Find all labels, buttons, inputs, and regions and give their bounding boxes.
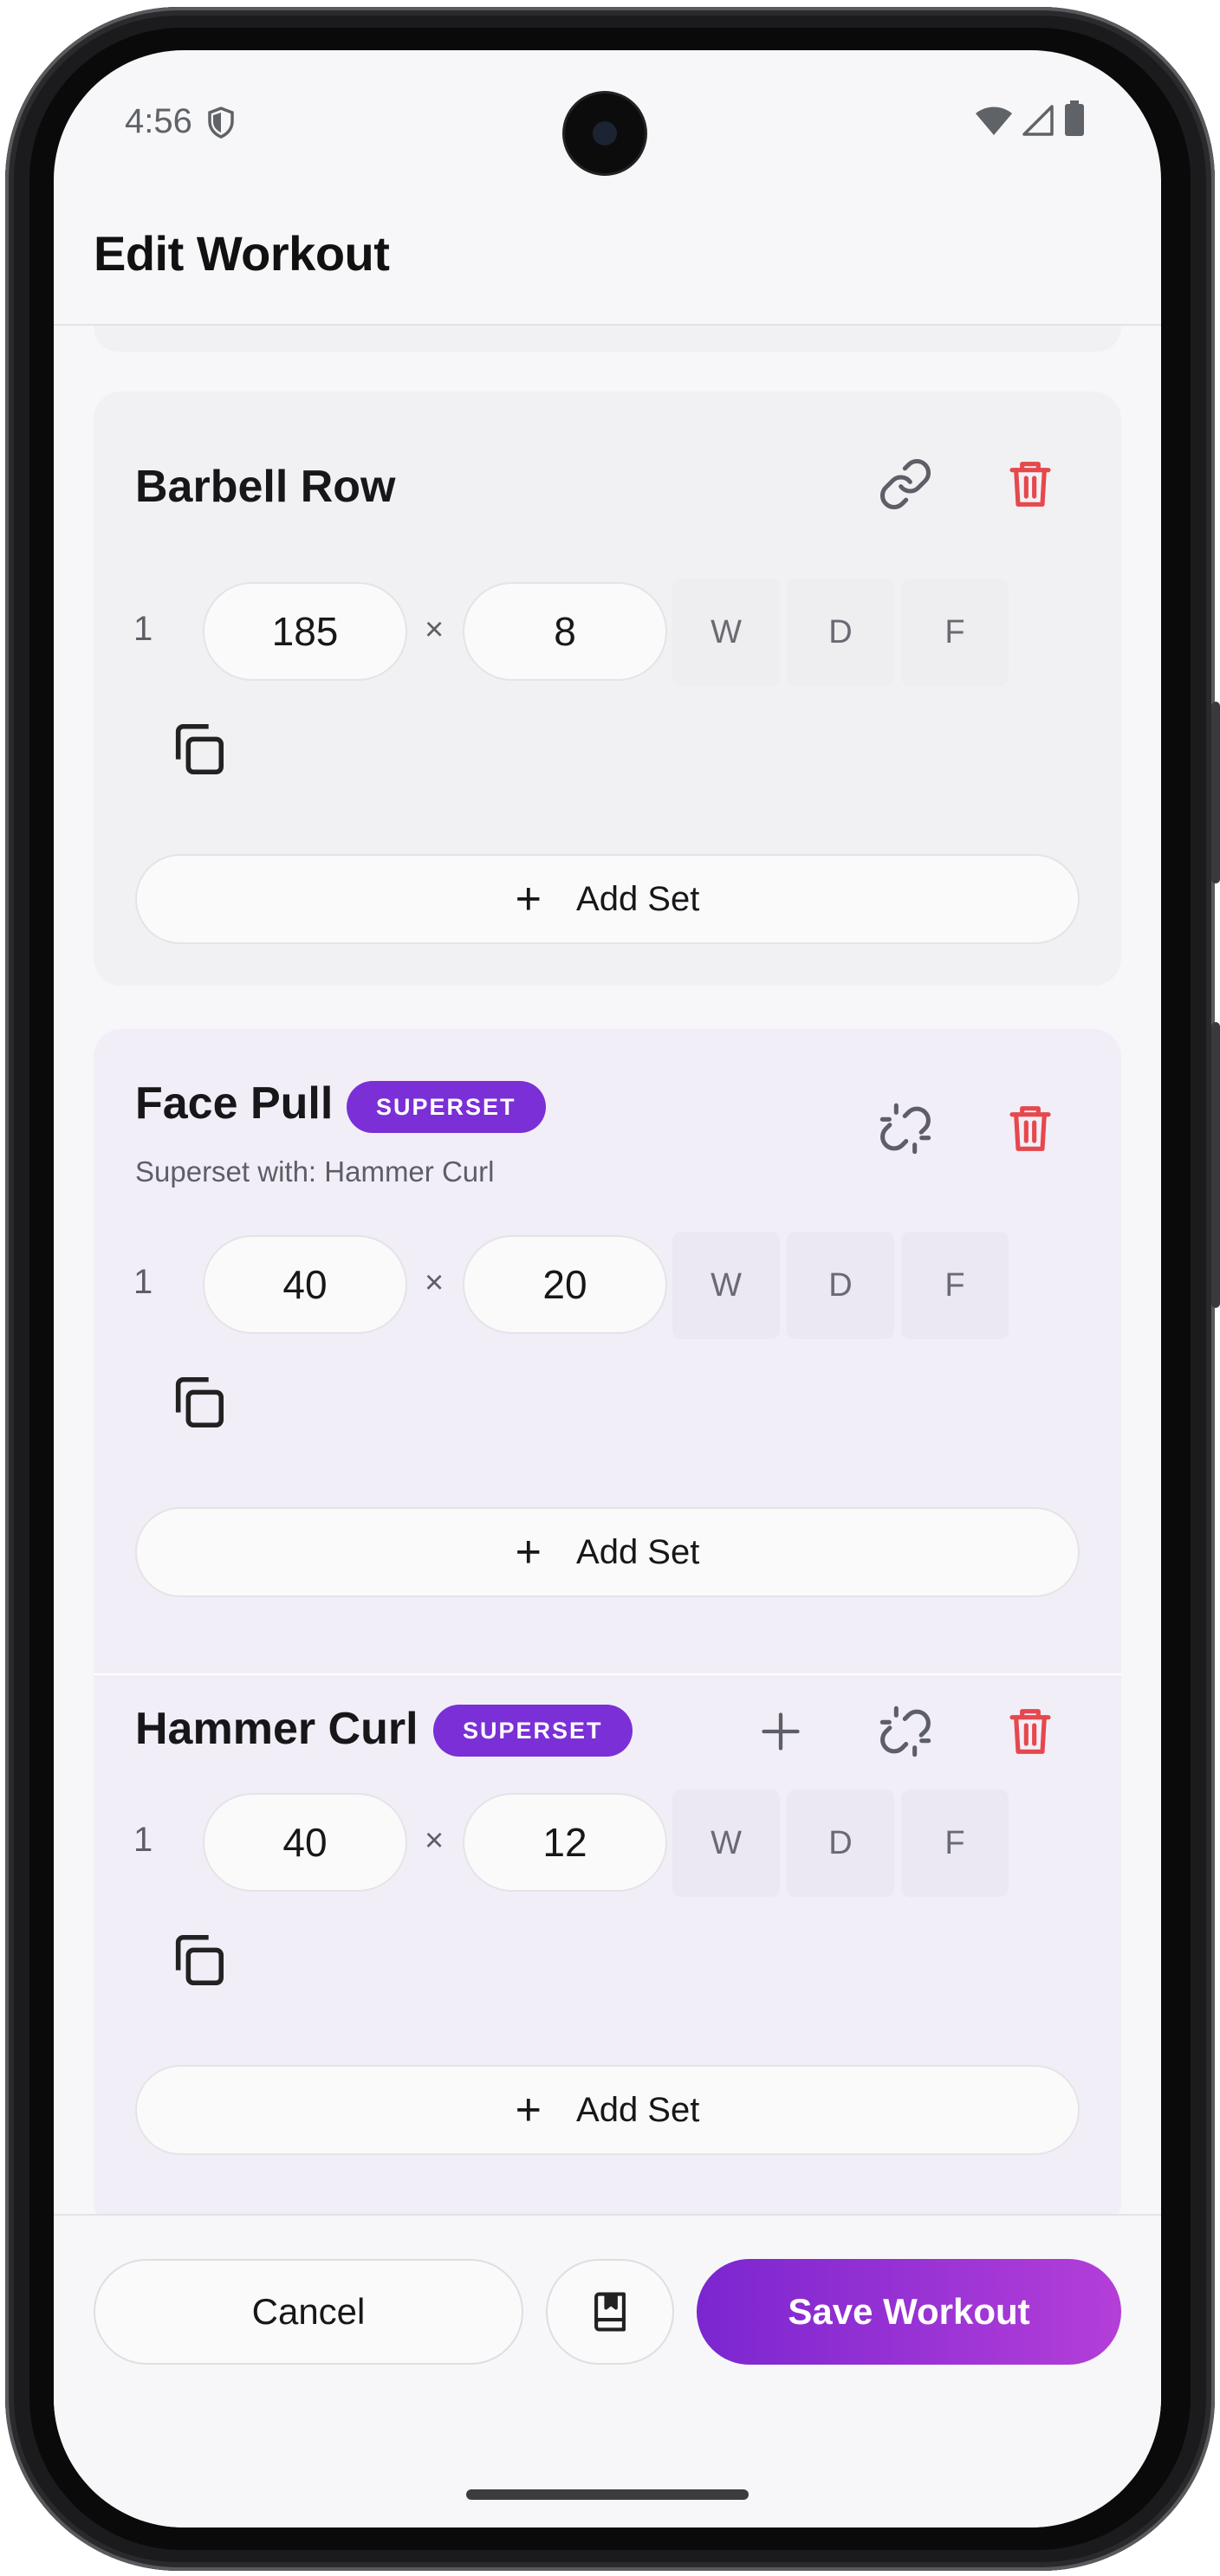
phone-frame: 4:56 Edit Workout Barbell Row 1 185 × 8 … — [0, 0, 1220, 2576]
delete-exercise-button[interactable] — [991, 445, 1069, 523]
trash-icon — [1009, 1106, 1051, 1151]
save-as-template-button[interactable] — [546, 2259, 674, 2365]
times-sign: × — [425, 1265, 445, 1301]
set-row: 1 40 × 12 W D F — [94, 1790, 1121, 1897]
delete-exercise-button[interactable] — [991, 1090, 1069, 1168]
plus-icon: + — [515, 2085, 542, 2135]
plus-icon: + — [515, 1527, 542, 1577]
shield-icon — [208, 107, 234, 139]
superset-badge: SUPERSET — [347, 1081, 546, 1133]
save-workout-button[interactable]: Save Workout — [697, 2259, 1121, 2365]
duplicate-set-button[interactable] — [168, 719, 229, 780]
add-set-label: Add Set — [576, 1532, 700, 1571]
exercise-card-hammer-curl: Hammer Curl SUPERSET 1 40 × 12 W D F + A… — [94, 1673, 1121, 2230]
wifi-icon — [976, 107, 1012, 135]
add-set-label: Add Set — [576, 879, 700, 918]
weight-input[interactable]: 40 — [203, 1793, 407, 1892]
side-button-top — [1211, 702, 1220, 883]
previous-exercise-card — [94, 326, 1121, 352]
set-row: 1 185 × 8 W D F — [94, 579, 1121, 686]
warmup-toggle[interactable]: W — [672, 1232, 780, 1339]
failure-toggle[interactable]: F — [901, 1232, 1009, 1339]
plus-icon — [762, 1712, 800, 1751]
home-indicator[interactable] — [466, 2489, 749, 2500]
cell-signal-icon — [1022, 105, 1054, 136]
add-set-button[interactable]: + Add Set — [135, 2065, 1080, 2155]
bookmark-book-icon — [594, 2292, 626, 2332]
copy-icon — [175, 1376, 224, 1428]
reps-input[interactable]: 20 — [463, 1235, 667, 1334]
exercise-name: Face Pull — [135, 1078, 334, 1129]
unlink-icon — [879, 1103, 931, 1155]
exercise-card-face-pull: Face Pull SUPERSET Superset with: Hammer… — [94, 1029, 1121, 1673]
duplicate-set-button[interactable] — [168, 1372, 229, 1433]
set-row: 1 40 × 20 W D F — [94, 1232, 1121, 1339]
add-set-button[interactable]: + Add Set — [135, 854, 1080, 944]
duplicate-set-button[interactable] — [168, 1930, 229, 1990]
bottom-action-bar: Cancel Save Workout — [54, 2214, 1161, 2527]
page-title: Edit Workout — [94, 226, 390, 281]
times-sign: × — [425, 1822, 445, 1859]
delete-exercise-button[interactable] — [991, 1693, 1069, 1770]
exercise-name: Barbell Row — [135, 462, 396, 512]
link-superset-button[interactable] — [866, 445, 944, 523]
copy-icon — [175, 723, 224, 775]
exercise-card-barbell-row: Barbell Row 1 185 × 8 W D F + Add Set — [94, 392, 1121, 986]
reps-input[interactable]: 8 — [463, 582, 667, 681]
unlink-icon — [879, 1705, 931, 1757]
weight-input[interactable]: 185 — [203, 582, 407, 681]
warmup-toggle[interactable]: W — [672, 1790, 780, 1897]
exercise-name: Hammer Curl — [135, 1704, 419, 1754]
reps-input[interactable]: 12 — [463, 1793, 667, 1892]
plus-icon: + — [515, 874, 542, 924]
side-button-bottom — [1211, 1022, 1220, 1308]
drop-set-toggle[interactable]: D — [787, 1790, 894, 1897]
set-number: 1 — [133, 610, 153, 648]
times-sign: × — [425, 612, 445, 648]
failure-toggle[interactable]: F — [901, 579, 1009, 686]
drop-set-toggle[interactable]: D — [787, 1232, 894, 1339]
add-exercise-to-superset-button[interactable] — [742, 1693, 820, 1770]
trash-icon — [1009, 462, 1051, 507]
superset-with-label: Superset with: Hammer Curl — [135, 1155, 495, 1188]
add-set-button[interactable]: + Add Set — [135, 1507, 1080, 1597]
battery-icon — [1065, 100, 1084, 136]
weight-input[interactable]: 40 — [203, 1235, 407, 1334]
set-number: 1 — [133, 1263, 153, 1301]
status-bar: 4:56 — [54, 50, 1161, 180]
app-bar: Edit Workout — [54, 180, 1161, 326]
unlink-superset-button[interactable] — [866, 1693, 944, 1770]
warmup-toggle[interactable]: W — [672, 579, 780, 686]
add-set-label: Add Set — [576, 2090, 700, 2129]
superset-badge: SUPERSET — [433, 1705, 633, 1757]
front-camera — [565, 94, 645, 173]
link-icon — [880, 459, 931, 509]
exercise-list[interactable]: Barbell Row 1 185 × 8 W D F + Add Set Fa… — [54, 326, 1161, 2266]
drop-set-toggle[interactable]: D — [787, 579, 894, 686]
screen: 4:56 Edit Workout Barbell Row 1 185 × 8 … — [54, 50, 1161, 2527]
trash-icon — [1009, 1709, 1051, 1754]
failure-toggle[interactable]: F — [901, 1790, 1009, 1897]
copy-icon — [175, 1934, 224, 1986]
unlink-superset-button[interactable] — [866, 1090, 944, 1168]
status-time: 4:56 — [125, 102, 192, 140]
cancel-button[interactable]: Cancel — [94, 2259, 523, 2365]
set-number: 1 — [133, 1821, 153, 1859]
